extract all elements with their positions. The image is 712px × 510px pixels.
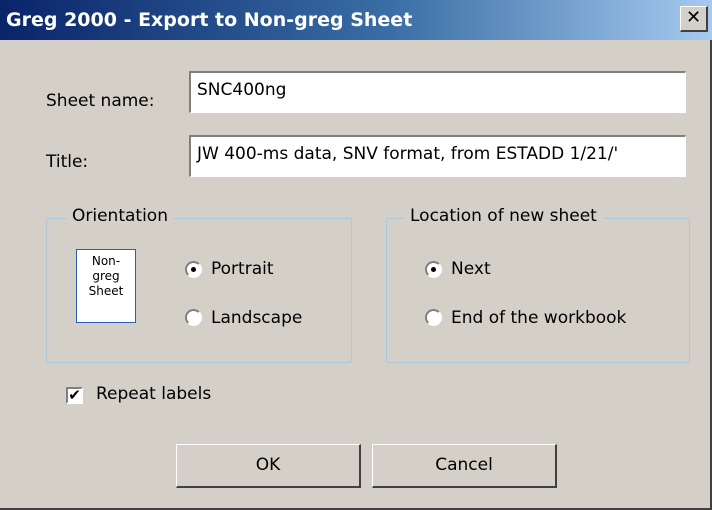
end-of-workbook-label[interactable]: End of the workbook [451, 308, 626, 328]
window-title: Greg 2000 - Export to Non-greg Sheet [6, 9, 413, 31]
preview-line: Sheet [88, 284, 124, 298]
title-label: Title: [46, 152, 89, 172]
title-input[interactable]: JW 400-ms data, SNV format, from ESTADD … [189, 135, 686, 177]
repeat-labels-checkbox[interactable]: ✔ [66, 387, 83, 404]
sheet-preview: Non- greg Sheet [76, 249, 136, 323]
sheet-name-label: Sheet name: [46, 91, 155, 111]
portrait-label[interactable]: Portrait [211, 259, 274, 279]
radio-selected-dot [431, 267, 436, 272]
landscape-label[interactable]: Landscape [211, 308, 302, 328]
location-legend: Location of new sheet [404, 206, 603, 226]
ok-button[interactable]: OK [176, 444, 361, 488]
export-dialog: Greg 2000 - Export to Non-greg Sheet ✕ S… [0, 0, 712, 510]
landscape-radio[interactable] [185, 309, 202, 326]
sheet-name-input[interactable]: SNC400ng [189, 71, 686, 113]
end-of-workbook-radio[interactable] [425, 309, 442, 326]
close-button[interactable]: ✕ [680, 6, 708, 32]
preview-line: greg [92, 269, 120, 283]
radio-selected-dot [191, 267, 196, 272]
next-label[interactable]: Next [451, 259, 491, 279]
preview-line: Non- [91, 254, 121, 268]
close-icon: ✕ [685, 7, 702, 28]
location-group [386, 218, 690, 363]
cancel-button[interactable]: Cancel [372, 444, 557, 488]
title-bar[interactable]: Greg 2000 - Export to Non-greg Sheet ✕ [0, 0, 712, 40]
portrait-radio[interactable] [185, 261, 202, 278]
next-radio[interactable] [425, 261, 442, 278]
repeat-labels-label[interactable]: Repeat labels [96, 384, 211, 404]
orientation-legend: Orientation [66, 206, 174, 226]
